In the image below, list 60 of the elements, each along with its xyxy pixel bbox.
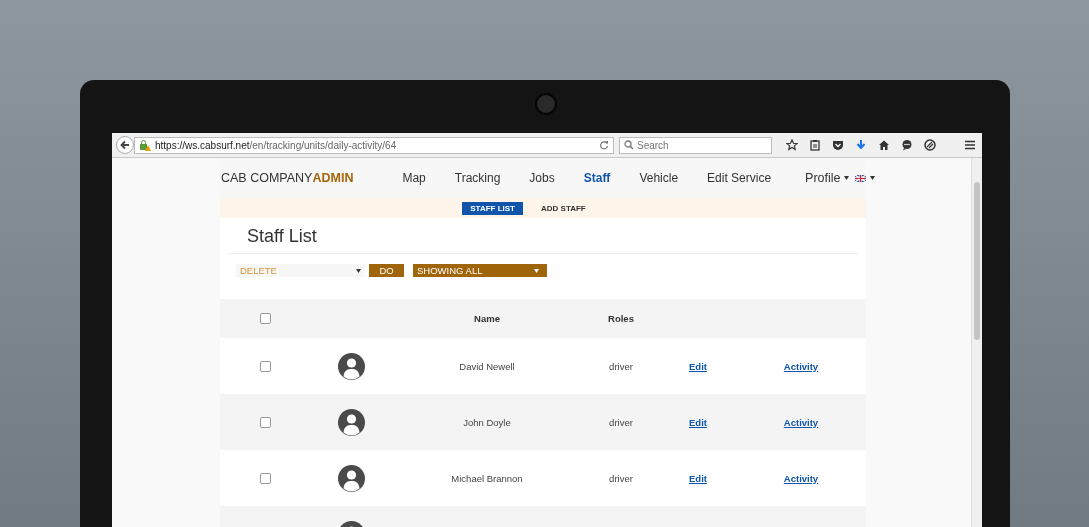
sync-icon[interactable] (924, 139, 936, 151)
staff-role: driver (609, 416, 633, 428)
search-input[interactable]: Search (637, 139, 757, 151)
search-field[interactable]: Search (619, 136, 772, 154)
nav-link[interactable]: Map (402, 171, 426, 185)
nav-link[interactable]: Jobs (529, 171, 555, 185)
search-icon (624, 140, 634, 150)
activity-link[interactable]: Activity (783, 416, 819, 428)
activity-link[interactable]: Activity (783, 360, 819, 372)
back-arrow-icon (120, 140, 130, 150)
nav-link[interactable]: Vehicle (639, 171, 679, 185)
download-icon[interactable] (855, 139, 867, 151)
avatar-icon (337, 352, 365, 380)
caret-icon (843, 176, 849, 180)
page-title: Staff List (247, 226, 318, 248)
back-button[interactable] (116, 136, 134, 154)
caret-icon (356, 268, 361, 273)
home-icon[interactable] (878, 139, 890, 151)
staff-role: driver (609, 472, 633, 484)
address-bar[interactable]: https://ws.cabsurf.net/en/tracking/units/daily-activity/64 (134, 136, 614, 154)
column-header: Roles (608, 313, 634, 324)
avatar-icon (337, 464, 365, 492)
caret-icon (534, 268, 539, 273)
staff-name: John Doyle (463, 416, 511, 428)
nav-link[interactable]: Tracking (454, 171, 501, 185)
lock-warning-icon (139, 139, 151, 151)
caret-icon (869, 176, 875, 180)
scrollbar[interactable] (971, 158, 982, 527)
menu-icon[interactable] (964, 139, 976, 151)
star-icon[interactable] (786, 139, 798, 151)
sub-nav-tab[interactable]: ADD STAFF (533, 201, 594, 215)
nav-link[interactable]: Edit Service (707, 171, 772, 185)
edit-link[interactable]: Edit (689, 360, 707, 372)
url-text: https://ws.cabsurf.net/en/tracking/units/daily-activity/64 (155, 139, 398, 151)
do-button[interactable]: DO (369, 264, 404, 277)
checkbox[interactable] (259, 416, 271, 428)
checkbox[interactable] (259, 360, 271, 372)
filter-dropdown[interactable]: SHOWING ALL (413, 264, 547, 277)
avatar-icon (337, 408, 365, 436)
edit-link[interactable]: Edit (689, 416, 707, 428)
column-header: Name (474, 313, 500, 324)
checkbox[interactable] (259, 472, 271, 484)
staff-name: David Newell (459, 360, 515, 372)
reload-icon[interactable] (599, 140, 609, 150)
language-menu[interactable] (854, 174, 875, 182)
staff-role: driver (609, 360, 633, 372)
edit-link[interactable]: Edit (689, 472, 707, 484)
pocket-icon[interactable] (832, 139, 844, 151)
brand-logo: CAB COMPANYADMIN (221, 171, 354, 185)
staff-name: Michael Brannon (451, 472, 523, 484)
dropdown-value: SHOWING ALL (417, 265, 483, 276)
sub-nav-tab[interactable]: STAFF LIST (462, 201, 523, 215)
webcam-icon (535, 93, 557, 115)
clipboard-icon[interactable] (809, 139, 821, 151)
chat-icon[interactable] (901, 139, 913, 151)
dropdown-value: DELETE (240, 265, 277, 276)
checkbox[interactable] (259, 313, 271, 324)
profile-menu[interactable]: Profile (805, 171, 849, 185)
activity-link[interactable]: Activity (783, 472, 819, 484)
nav-link[interactable]: Staff (583, 171, 611, 185)
